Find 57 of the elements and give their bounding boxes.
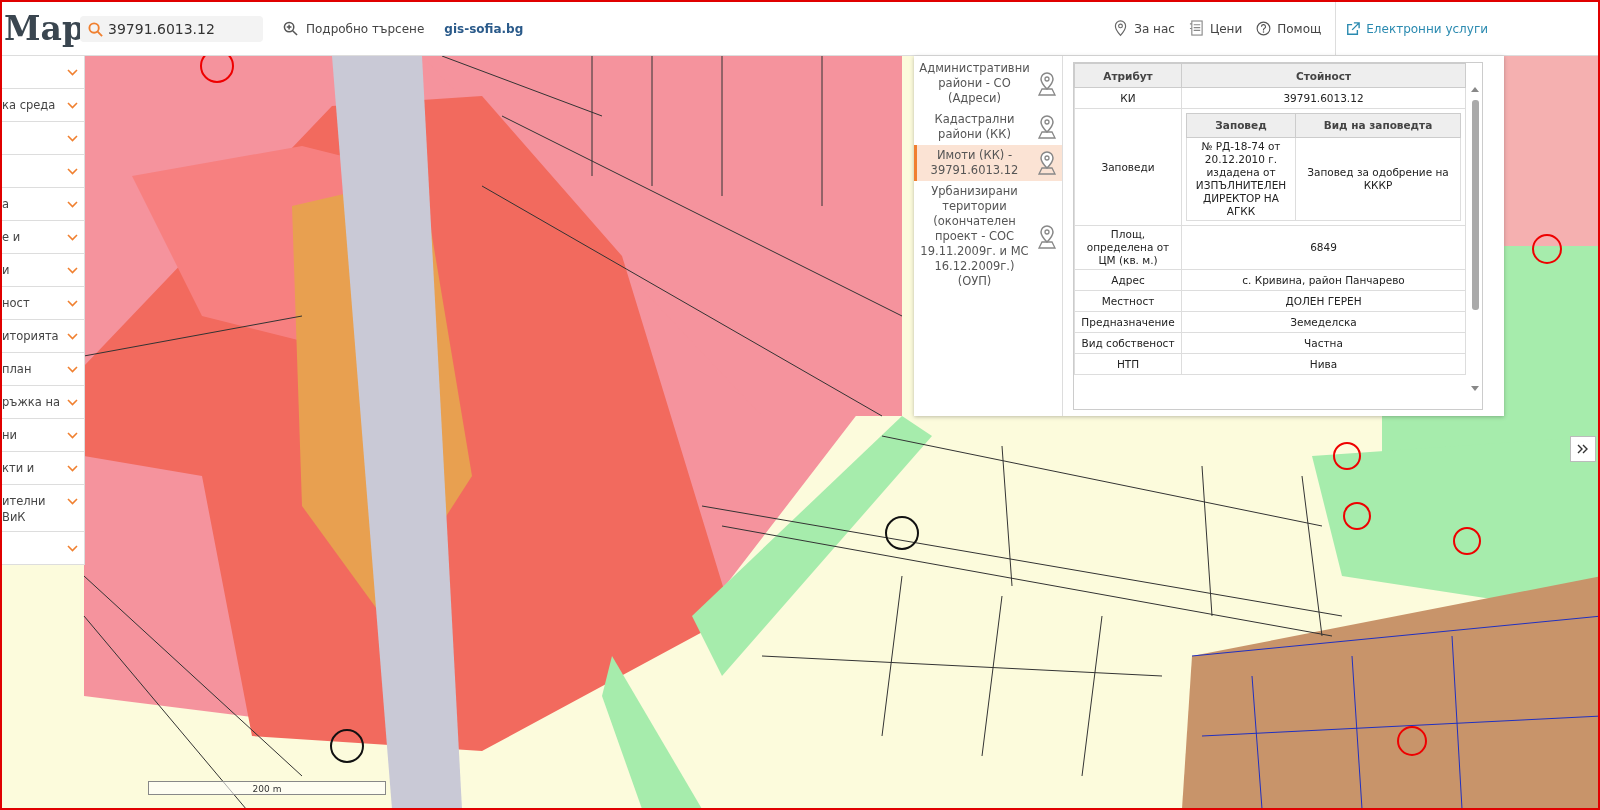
value-cell: 39791.6013.12 bbox=[1181, 87, 1466, 109]
attribute-cell: КИ bbox=[1074, 87, 1182, 109]
nav-link[interactable]: Помощ bbox=[1256, 20, 1322, 37]
sidebar-item-label: е и bbox=[2, 229, 21, 245]
attribute-cell: Адрес bbox=[1074, 269, 1182, 291]
sidebar-item-label: ителни ВиК bbox=[2, 493, 46, 525]
value-cell: 6849 bbox=[1181, 225, 1466, 270]
layer-item[interactable]: Имоти (КК) - 39791.6013.12 bbox=[914, 145, 1062, 181]
layer-item[interactable]: Урбанизирани територии (окончателен проект - СОС 19.11.2009г. и МС 16.12.2009г.) (ОУП) bbox=[914, 181, 1062, 292]
sidebar-item-label: план bbox=[2, 361, 32, 377]
attribute-cell: НТП bbox=[1074, 353, 1182, 375]
table-cell: Заповед за одобрение на КККР bbox=[1295, 137, 1461, 221]
services-link[interactable]: Електронни услуги bbox=[1346, 21, 1488, 36]
attribute-cell: Заповеди bbox=[1074, 108, 1182, 226]
nav-link[interactable]: Цени bbox=[1188, 20, 1243, 37]
column-header: Заповед bbox=[1186, 113, 1296, 138]
value-cell: Земеделска bbox=[1181, 311, 1466, 333]
sidebar-item-label: кти и bbox=[2, 460, 35, 476]
value-cell: ДОЛЕН ГЕРЕН bbox=[1181, 290, 1466, 312]
expand-panel-button[interactable] bbox=[1570, 436, 1596, 462]
attribute-cell: Предназначение bbox=[1074, 311, 1182, 333]
value-cell: Частна bbox=[1181, 332, 1466, 354]
map-pin-icon bbox=[1036, 114, 1058, 140]
column-header: Вид на заповедта bbox=[1295, 113, 1461, 138]
search-icon bbox=[88, 21, 103, 37]
scale-bar: 200 m bbox=[148, 781, 386, 795]
nav-link[interactable]: За нас bbox=[1113, 20, 1175, 37]
column-header: Атрибут bbox=[1074, 63, 1182, 88]
site-link[interactable]: gis-sofia.bg bbox=[444, 21, 524, 36]
attribute-cell: Вид собственост bbox=[1074, 332, 1182, 354]
layer-item[interactable]: Кадастрални райони (КК) bbox=[914, 109, 1062, 145]
sidebar-item-label: а bbox=[2, 196, 10, 212]
map-pin-icon bbox=[1036, 223, 1058, 250]
zoom-in-icon bbox=[283, 21, 298, 36]
value-cell: Нива bbox=[1181, 353, 1466, 375]
column-header: Стойност bbox=[1181, 63, 1466, 88]
list-icon bbox=[1188, 20, 1204, 37]
double-chevron-icon bbox=[1577, 444, 1589, 454]
sidebar-item-label: ка среда bbox=[2, 97, 56, 113]
location-pin-icon bbox=[1113, 20, 1129, 37]
value-cell: с. Кривина, район Панчарево bbox=[1181, 269, 1466, 291]
sidebar-item-label: ръжка на bbox=[2, 394, 60, 410]
attribute-cell: Местност bbox=[1074, 290, 1182, 312]
sidebar-item-label: иторията bbox=[2, 328, 59, 344]
sidebar-item-label: ност bbox=[2, 295, 30, 311]
map-pin-icon bbox=[1036, 150, 1058, 176]
map-pin-icon bbox=[1036, 70, 1058, 97]
sidebar-item-label: ни bbox=[2, 427, 17, 443]
sidebar-item-label: и bbox=[2, 262, 10, 278]
external-link-icon bbox=[1346, 21, 1361, 36]
advanced-search-button[interactable]: Подробно търсене bbox=[277, 20, 431, 37]
search-field[interactable]: 39791.6013.12 bbox=[80, 15, 263, 42]
attribute-cell: Площ, определена от ЦМ (кв. м.) bbox=[1074, 225, 1182, 270]
layer-item[interactable]: Административни райони - СО (Адреси) bbox=[914, 58, 1062, 109]
logo: Map bbox=[4, 9, 80, 48]
help-icon bbox=[1256, 20, 1272, 37]
table-cell: № РД-18-74 от 20.12.2010 г. издадена от ИЗПЪЛНИТЕЛЕН ДИРЕКТОР НА АГКК bbox=[1186, 137, 1296, 221]
